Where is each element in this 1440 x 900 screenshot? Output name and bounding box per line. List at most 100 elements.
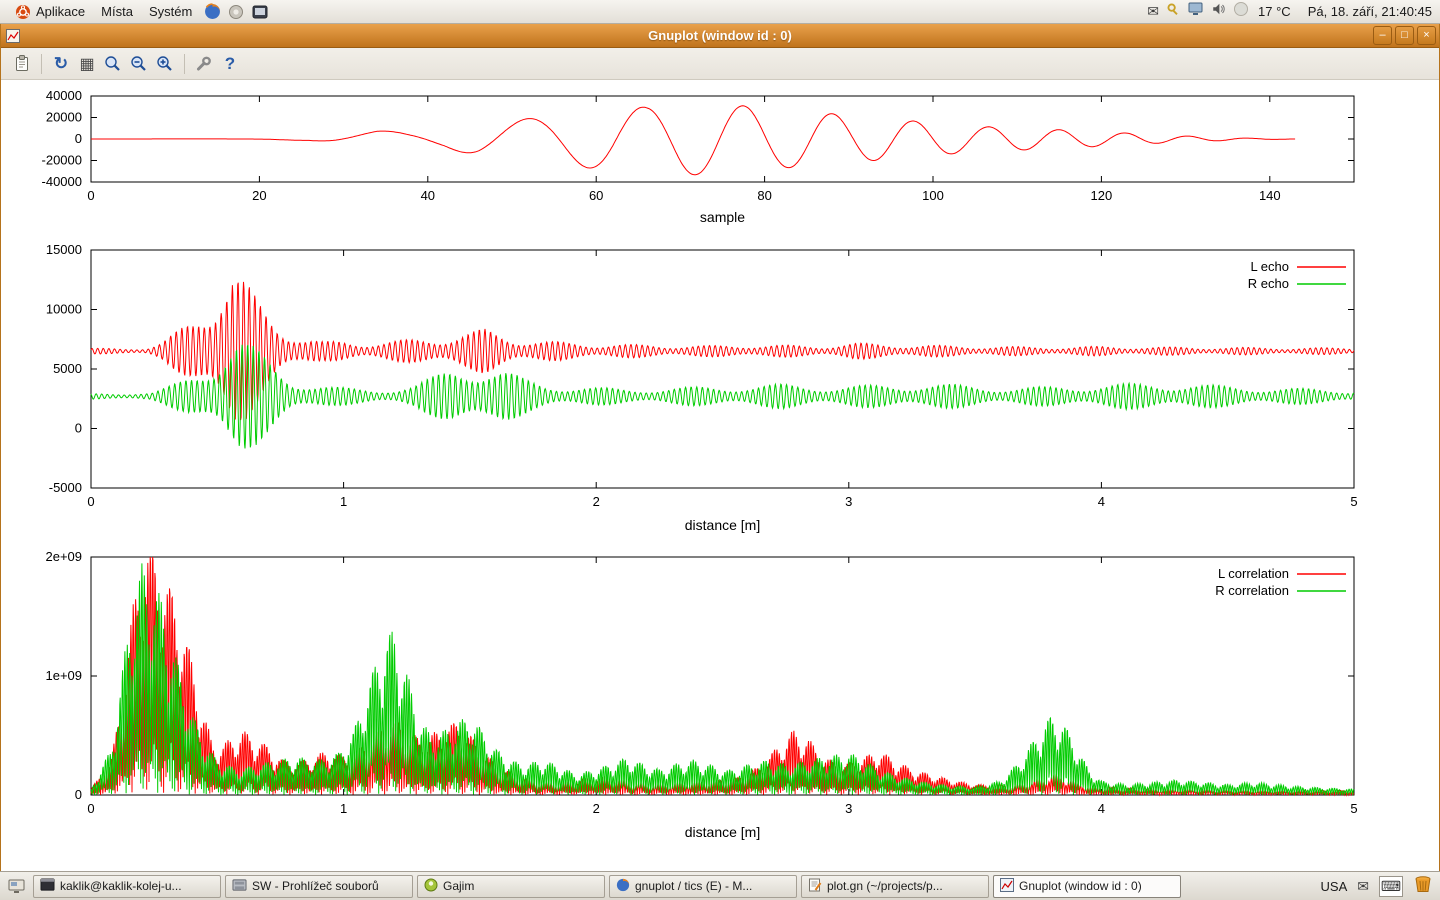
panel-clock[interactable]: Pá, 18. září, 21:40:45 <box>1308 4 1432 19</box>
close-button[interactable]: × <box>1417 26 1436 45</box>
task-label: kaklik@kaklik-kolej-u... <box>60 879 182 893</box>
replot-button[interactable]: ↻ <box>48 51 74 77</box>
svg-text:distance [m]: distance [m] <box>685 517 760 533</box>
titlebar[interactable]: Gnuplot (window id : 0) – □ × <box>1 24 1439 48</box>
task-button-terminal[interactable]: kaklik@kaklik-kolej-u... <box>33 875 221 898</box>
zoom-previous-button[interactable] <box>100 51 126 77</box>
firefox-launcher-icon[interactable] <box>200 0 224 24</box>
gnuplot-icon <box>1000 878 1014 895</box>
svg-text:distance [m]: distance [m] <box>685 824 760 840</box>
svg-text:20: 20 <box>252 188 266 203</box>
task-button-gnuplot[interactable]: Gnuplot (window id : 0) <box>993 875 1181 898</box>
toolbar-separator <box>41 54 42 74</box>
svg-text:5: 5 <box>1350 801 1357 816</box>
menu-places[interactable]: Místa <box>93 0 141 23</box>
display-icon[interactable] <box>1188 2 1204 21</box>
show-desktop-button[interactable] <box>3 875 29 898</box>
svg-text:100: 100 <box>922 188 944 203</box>
mail-tray-icon[interactable]: ✉ <box>1357 878 1369 895</box>
terminal-launcher-icon[interactable] <box>248 0 272 24</box>
task-label: gnuplot / tics (E) - M... <box>635 879 752 893</box>
svg-text:3: 3 <box>845 801 852 816</box>
help-launcher-icon[interactable] <box>224 0 248 24</box>
svg-text:1: 1 <box>340 494 347 509</box>
task-button-file-manager[interactable]: SW - Prohlížeč souborů <box>225 875 413 898</box>
taskbar-right: USA ✉ ⌨ <box>1321 874 1437 899</box>
correlation-distance-chart[interactable]: 01234501e+092e+09distance [m]L correlati… <box>1 550 1440 850</box>
svg-text:40000: 40000 <box>46 88 82 103</box>
svg-text:-20000: -20000 <box>42 153 82 168</box>
keyring-icon[interactable] <box>1166 2 1181 22</box>
zoom-out-button[interactable] <box>126 51 152 77</box>
volume-icon[interactable] <box>1211 2 1226 21</box>
toggle-grid-button[interactable]: ▦ <box>74 51 100 77</box>
svg-text:5: 5 <box>1350 494 1357 509</box>
maximize-button[interactable]: □ <box>1395 26 1414 45</box>
chirp-sample-chart[interactable]: 0 20 40 60 80 100 120 140 -40000 -20000 0 20000 4000… <box>1 80 1440 240</box>
svg-text:4: 4 <box>1098 494 1105 509</box>
keyboard-indicator-icon[interactable]: ⌨ <box>1379 876 1403 897</box>
trash-icon[interactable] <box>1413 874 1433 899</box>
svg-text:3: 3 <box>845 494 852 509</box>
gnuplot-toolbar: ↻ ▦ ? <box>1 48 1439 80</box>
window-buttons: – □ × <box>1373 26 1436 45</box>
gnuplot-window-icon <box>6 29 20 43</box>
svg-text:0: 0 <box>87 801 94 816</box>
svg-text:0: 0 <box>87 188 94 203</box>
svg-text:sample: sample <box>700 209 745 225</box>
gnome-top-panel: Aplikace Místa Systém ✉ <box>0 0 1440 24</box>
gajim-icon <box>424 878 438 895</box>
menu-applications-label: Aplikace <box>36 4 85 19</box>
plot-canvas[interactable]: 020406080100120140-40000-200000200004000… <box>1 80 1439 871</box>
window-title: Gnuplot (window id : 0) <box>1 28 1439 43</box>
menu-applications[interactable]: Aplikace <box>6 0 93 23</box>
mail-notification-icon[interactable]: ✉ <box>1147 3 1159 20</box>
svg-text:120: 120 <box>1091 188 1113 203</box>
task-button-editor[interactable]: plot.gn (~/projects/p... <box>801 875 989 898</box>
menu-system[interactable]: Systém <box>141 0 200 23</box>
svg-text:1e+09: 1e+09 <box>45 668 82 683</box>
svg-text:40: 40 <box>421 188 435 203</box>
copy-to-clipboard-button[interactable] <box>9 51 35 77</box>
desktop: Aplikace Místa Systém ✉ <box>0 0 1440 900</box>
panel-right: ✉ 17 °C Pá, 18. září, 21:40:45 <box>1147 0 1434 23</box>
settings-wrench-button[interactable] <box>191 51 217 77</box>
minimize-button[interactable]: – <box>1373 26 1392 45</box>
svg-text:1: 1 <box>340 801 347 816</box>
svg-text:-5000: -5000 <box>49 480 82 495</box>
gnuplot-window: Gnuplot (window id : 0) – □ × ↻ ▦ <box>0 24 1440 871</box>
menu-places-label: Místa <box>101 4 133 19</box>
task-button-browser[interactable]: gnuplot / tics (E) - M... <box>609 875 797 898</box>
terminal-icon <box>40 878 55 895</box>
svg-text:L correlation: L correlation <box>1218 566 1289 581</box>
svg-text:5000: 5000 <box>53 361 82 376</box>
svg-text:80: 80 <box>757 188 771 203</box>
svg-text:2: 2 <box>593 494 600 509</box>
keyboard-layout-indicator[interactable]: USA <box>1321 879 1348 894</box>
svg-text:0: 0 <box>75 787 82 802</box>
gnome-taskbar: kaklik@kaklik-kolej-u... SW - Prohlížeč … <box>0 871 1440 900</box>
svg-text:20000: 20000 <box>46 110 82 125</box>
file-manager-icon <box>232 878 247 895</box>
svg-text:-40000: -40000 <box>42 174 82 189</box>
svg-text:0: 0 <box>75 131 82 146</box>
svg-text:0: 0 <box>75 421 82 436</box>
task-button-gajim[interactable]: Gajim <box>417 875 605 898</box>
svg-text:2: 2 <box>593 801 600 816</box>
zoom-in-button[interactable] <box>152 51 178 77</box>
help-button[interactable]: ? <box>217 51 243 77</box>
svg-text:140: 140 <box>1259 188 1281 203</box>
svg-text:60: 60 <box>589 188 603 203</box>
task-label: Gnuplot (window id : 0) <box>1019 879 1142 893</box>
task-label: plot.gn (~/projects/p... <box>827 879 943 893</box>
panel-left: Aplikace Místa Systém <box>6 0 272 23</box>
weather-icon[interactable] <box>1233 1 1249 22</box>
echo-distance-chart[interactable]: 012345-5000050001000015000distance [m]L … <box>1 240 1440 550</box>
svg-text:15000: 15000 <box>46 242 82 257</box>
svg-text:0: 0 <box>87 494 94 509</box>
menu-system-label: Systém <box>149 4 192 19</box>
svg-text:L echo: L echo <box>1250 259 1289 274</box>
toolbar-separator <box>184 54 185 74</box>
firefox-icon <box>616 878 630 895</box>
svg-text:R correlation: R correlation <box>1215 583 1289 598</box>
